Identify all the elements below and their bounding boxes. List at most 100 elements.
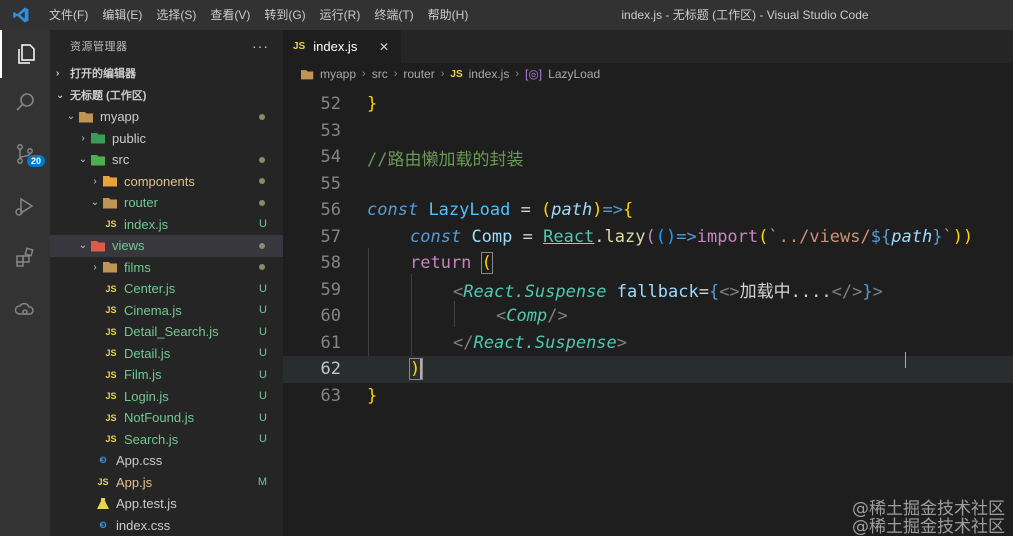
js-file-icon: JS <box>105 326 117 337</box>
chevron-right-icon: › <box>362 68 366 80</box>
breadcrumb-item-myapp[interactable]: myapp <box>301 67 356 81</box>
extensions-icon[interactable] <box>0 234 50 282</box>
untracked-status: U <box>259 304 267 317</box>
explorer-icon[interactable] <box>0 30 50 78</box>
menu-help[interactable]: 帮助(H) <box>421 0 476 30</box>
tree-folder-router[interactable]: ⌄ router <box>50 192 283 214</box>
test-file-icon <box>94 497 112 511</box>
tree-folder-views[interactable]: ⌄ views <box>50 235 283 257</box>
tree-folder-components[interactable]: › components <box>50 171 283 193</box>
untracked-status: U <box>259 433 267 446</box>
tree-file-detail-search-js[interactable]: JS Detail_Search.js U <box>50 321 283 343</box>
explorer-sidebar: 资源管理器 ··· › 打开的编辑器 ⌄ 无标题 (工作区) ⌄ myapp ›… <box>50 30 283 536</box>
tree-file-app-js[interactable]: JS App.js M <box>50 472 283 494</box>
breadcrumb-item-lazyload[interactable]: [◎] LazyLoad <box>525 67 600 81</box>
untracked-status: U <box>259 347 267 360</box>
menu-edit[interactable]: 编辑(E) <box>95 0 149 30</box>
js-file-icon: JS <box>450 68 463 80</box>
tree-file-detail-js[interactable]: JS Detail.js U <box>50 343 283 365</box>
tree-label: Cinema.js <box>124 302 182 318</box>
code-line: 52 } <box>320 94 378 115</box>
chevron-down-icon: ⌄ <box>90 197 100 209</box>
folder-src-icon <box>90 154 108 166</box>
tree-label: App.css <box>116 453 163 469</box>
tree-label: myapp <box>100 109 140 125</box>
chevron-right-icon: › <box>515 68 519 80</box>
tree-file-search-js[interactable]: JS Search.js U <box>50 429 283 451</box>
modified-dot <box>259 113 265 120</box>
vscode-logo-icon <box>0 0 42 30</box>
css-file-icon: ❸ <box>99 519 107 530</box>
workspace-section[interactable]: ⌄ 无标题 (工作区) <box>50 84 283 106</box>
js-file-icon: JS <box>105 412 117 423</box>
tree-file-app-test-js[interactable]: App.test.js <box>50 493 283 515</box>
js-file-icon: JS <box>105 283 117 294</box>
modified-dot <box>259 242 265 249</box>
explorer-header: 资源管理器 ··· <box>50 30 283 62</box>
code-line: 60 <Comp/> <box>320 306 568 327</box>
menu-view[interactable]: 查看(V) <box>203 0 257 30</box>
activity-bar: 20 <box>0 30 50 536</box>
tree-label: films <box>124 259 151 275</box>
tree-folder-src[interactable]: ⌄ src <box>50 149 283 171</box>
tab-label: index.js <box>313 39 358 54</box>
menu-file[interactable]: 文件(F) <box>42 0 95 30</box>
code-line: 54 //路由懒加载的封装 <box>283 144 1013 171</box>
breadcrumb-item-src[interactable]: src <box>372 67 388 81</box>
run-debug-icon[interactable] <box>0 182 50 230</box>
breadcrumb-item-index-js[interactable]: JS index.js <box>450 67 509 81</box>
chevron-right-icon: › <box>440 68 445 80</box>
open-editors-section[interactable]: › 打开的编辑器 <box>50 62 283 84</box>
tree-file-app-css[interactable]: ❸ App.css <box>50 450 283 472</box>
chevron-right-icon: › <box>56 67 60 79</box>
tree-file-notfound-js[interactable]: JS NotFound.js U <box>50 407 283 429</box>
tree-label: Detail.js <box>124 345 171 361</box>
menu-selection[interactable]: 选择(S) <box>149 0 203 30</box>
modified-dot <box>259 156 265 163</box>
tree-folder-myapp[interactable]: ⌄ myapp <box>50 106 283 128</box>
tree-file-center-js[interactable]: JS Center.js U <box>50 278 283 300</box>
tree-label: index.js <box>124 216 169 232</box>
tree-file-login-js[interactable]: JS Login.js U <box>50 386 283 408</box>
folder-icon <box>102 261 120 273</box>
breadcrumb-item-router[interactable]: router <box>403 67 434 81</box>
untracked-status: U <box>259 390 267 403</box>
tree-label: Film.js <box>124 367 162 383</box>
code-line: 57 const Comp = React.lazy(()=>import(`.… <box>320 226 974 247</box>
tree-folder-public[interactable]: › public <box>50 128 283 150</box>
code-editor[interactable]: 52 } 53 54 //路由懒加载的封装 55 56 const LazyLo… <box>283 88 1013 536</box>
tab-index-js[interactable]: JS index.js ✕ <box>283 30 401 63</box>
code-line: 61 </React.Suspense> <box>320 332 628 353</box>
tree-folder-films[interactable]: › films <box>50 257 283 279</box>
js-file-icon: JS <box>105 348 117 359</box>
menu-go[interactable]: 转到(G) <box>257 0 312 30</box>
folder-open-icon <box>78 111 96 123</box>
js-file-icon: JS <box>293 41 306 52</box>
more-actions-icon[interactable]: ··· <box>252 38 269 54</box>
title-bar: 文件(F) 编辑(E) 选择(S) 查看(V) 转到(G) 运行(R) 终端(T… <box>0 0 1013 30</box>
tree-file-router-index-js[interactable]: JS index.js U <box>50 214 283 236</box>
remote-explorer-icon[interactable] <box>0 286 50 334</box>
tree-file-cinema-js[interactable]: JS Cinema.js U <box>50 300 283 322</box>
source-control-icon[interactable]: 20 <box>0 130 50 178</box>
js-file-icon: JS <box>105 219 117 230</box>
tree-label: App.test.js <box>116 496 177 512</box>
search-icon[interactable] <box>0 78 50 126</box>
tree-label: views <box>112 238 145 254</box>
menu-terminal[interactable]: 终端(T) <box>367 0 420 30</box>
explorer-title: 资源管理器 <box>70 41 128 53</box>
folder-views-icon <box>90 240 108 252</box>
mouse-cursor-icon <box>905 352 911 368</box>
chevron-right-icon: › <box>93 175 97 187</box>
menu-run[interactable]: 运行(R) <box>313 0 368 30</box>
scm-badge: 20 <box>27 155 46 167</box>
folder-router-icon <box>102 197 120 209</box>
js-file-icon: JS <box>105 369 117 380</box>
close-icon[interactable]: ✕ <box>379 40 389 54</box>
tree-file-index-css[interactable]: ❸ index.css <box>50 515 283 536</box>
modified-dot <box>259 264 265 271</box>
folder-components-icon <box>102 175 120 187</box>
workspace-label: 无标题 (工作区) <box>70 90 147 102</box>
tree-file-film-js[interactable]: JS Film.js U <box>50 364 283 386</box>
breadcrumb: myapp › src › router › JS index.js › [◎]… <box>283 63 1013 85</box>
